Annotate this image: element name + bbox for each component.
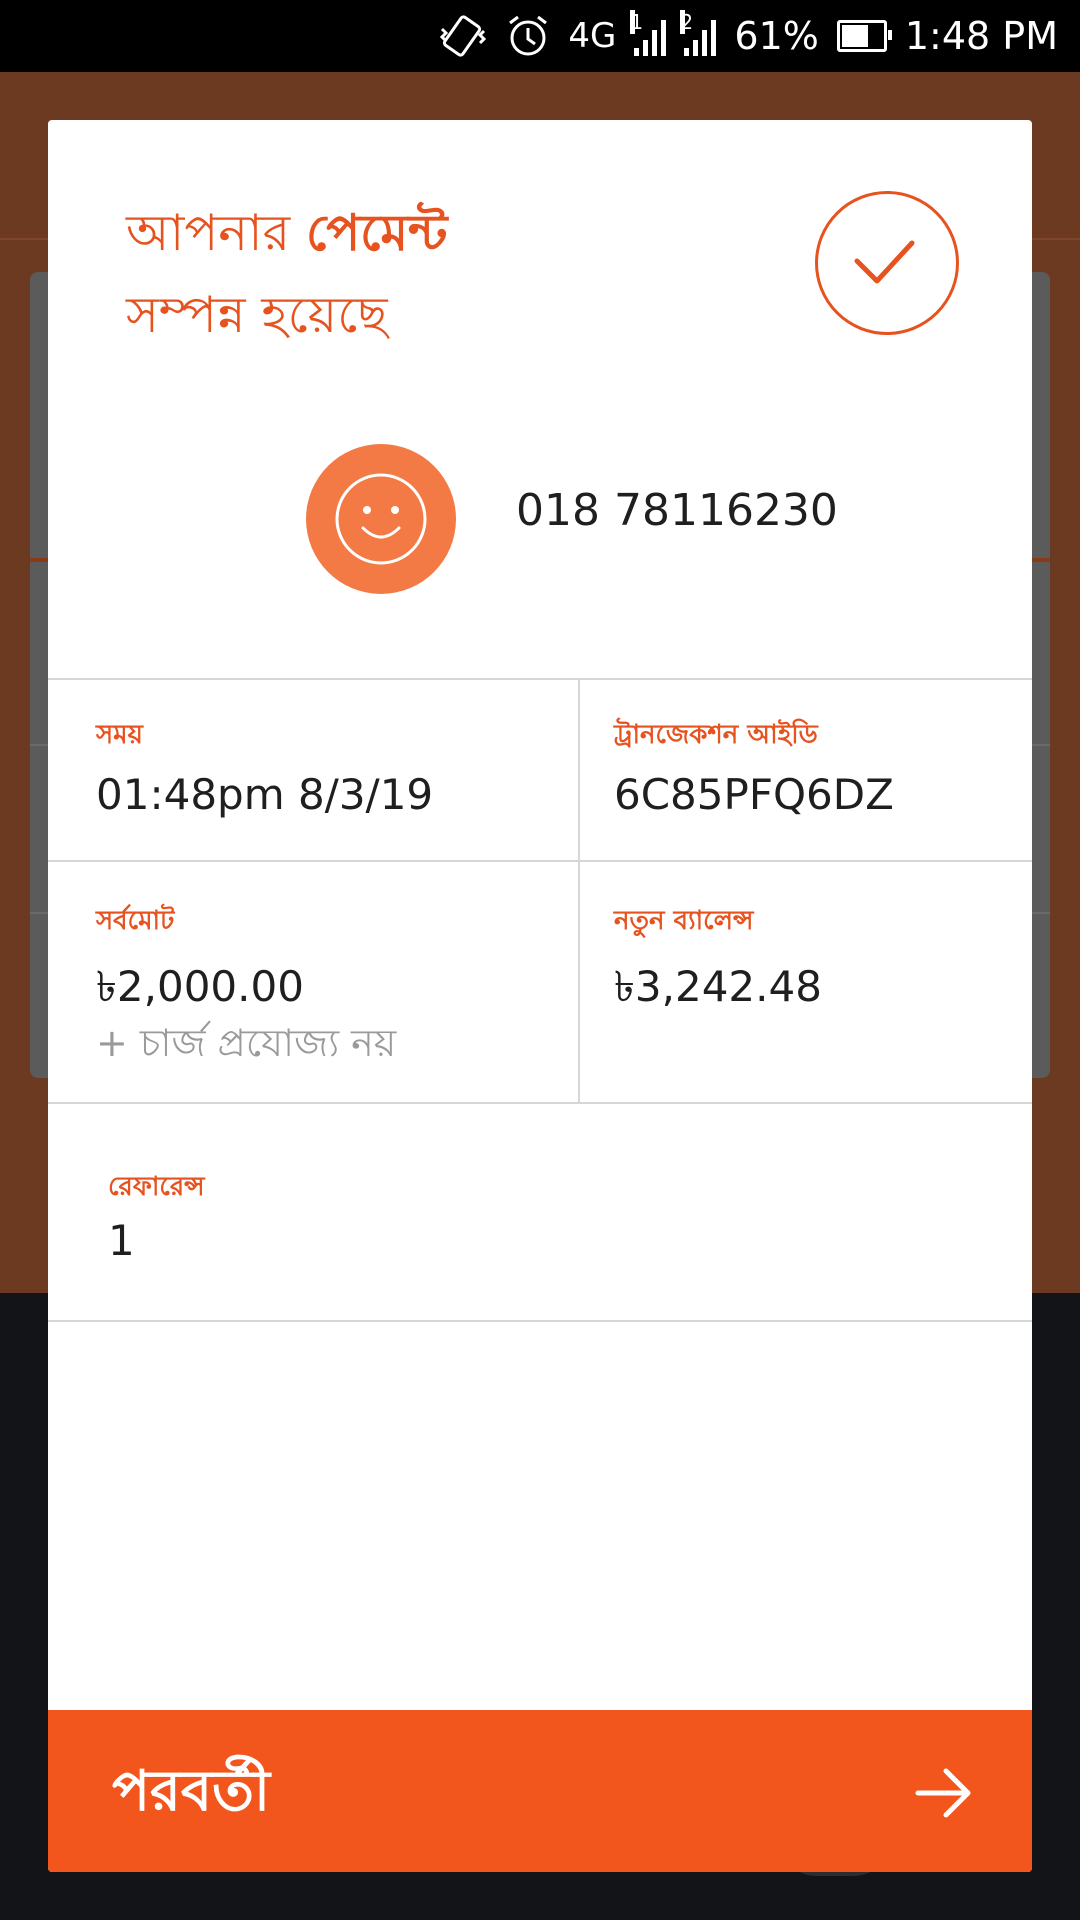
reference-row: রেফারেন্স 1 <box>48 1104 1032 1322</box>
smiley-icon <box>335 473 427 565</box>
payment-success-dialog: আপনার পেমেন্ট সম্পন্ন হয়েছে 018 7811623… <box>48 120 1032 1872</box>
next-button-label: পরবর্তী <box>112 1759 271 1824</box>
transaction-details: সময় 01:48pm 8/3/19 ট্রানজেকশন আইডি 6C85… <box>48 678 1032 1322</box>
charge-note: + চার্জ প্রযোজ্য নয় <box>96 1021 397 1065</box>
sim2-signal-icon: 2 <box>680 10 717 56</box>
time-label: সময় <box>96 720 143 750</box>
total-label: সর্বমোট <box>96 906 175 936</box>
details-row-1: সময় 01:48pm 8/3/19 ট্রানজেকশন আইডি 6C85… <box>48 680 1032 862</box>
battery-icon <box>836 20 892 52</box>
time-value: 01:48pm 8/3/19 <box>96 770 434 819</box>
vibrate-icon <box>438 0 488 72</box>
sim1-signal-icon: 1 <box>630 10 667 56</box>
recipient-avatar <box>306 444 456 594</box>
new-balance-value: ৳3,242.48 <box>614 962 822 1011</box>
dialog-title: আপনার পেমেন্ট সম্পন্ন হয়েছে <box>126 192 447 356</box>
total-cell: সর্বমোট ৳2,000.00 + চার্জ প্রযোজ্য নয় <box>48 862 580 1102</box>
next-button[interactable]: পরবর্তী <box>48 1710 1032 1872</box>
title-normal: আপনার <box>126 204 307 262</box>
reference-label: রেফারেন্স <box>108 1172 205 1202</box>
time-cell: সময় 01:48pm 8/3/19 <box>48 680 580 860</box>
alarm-icon <box>506 0 550 72</box>
title-bold: পেমেন্ট <box>306 204 448 262</box>
status-bar: 4G 1 2 61% 1:48 PM <box>0 0 1080 72</box>
new-balance-label: নতুন ব্যালেন্স <box>614 906 754 936</box>
details-row-2: সর্বমোট ৳2,000.00 + চার্জ প্রযোজ্য নয় ন… <box>48 862 1032 1104</box>
recipient-number: 018 78116230 <box>516 485 838 536</box>
battery-percent: 61% <box>734 14 819 58</box>
arrow-right-icon <box>915 1768 971 1818</box>
reference-value: 1 <box>108 1216 135 1265</box>
transaction-id-value: 6C85PFQ6DZ <box>614 770 894 819</box>
transaction-id-cell: ট্রানজেকশন আইডি 6C85PFQ6DZ <box>580 680 1032 860</box>
clock: 1:48 PM <box>904 14 1058 58</box>
title-line2: সম্পন্ন হয়েছে <box>126 286 388 344</box>
success-check-icon <box>815 191 959 335</box>
transaction-id-label: ট্রানজেকশন আইডি <box>614 720 818 750</box>
balance-cell: নতুন ব্যালেন্স ৳3,242.48 <box>580 862 1032 1102</box>
network-type-label: 4G <box>568 16 617 56</box>
